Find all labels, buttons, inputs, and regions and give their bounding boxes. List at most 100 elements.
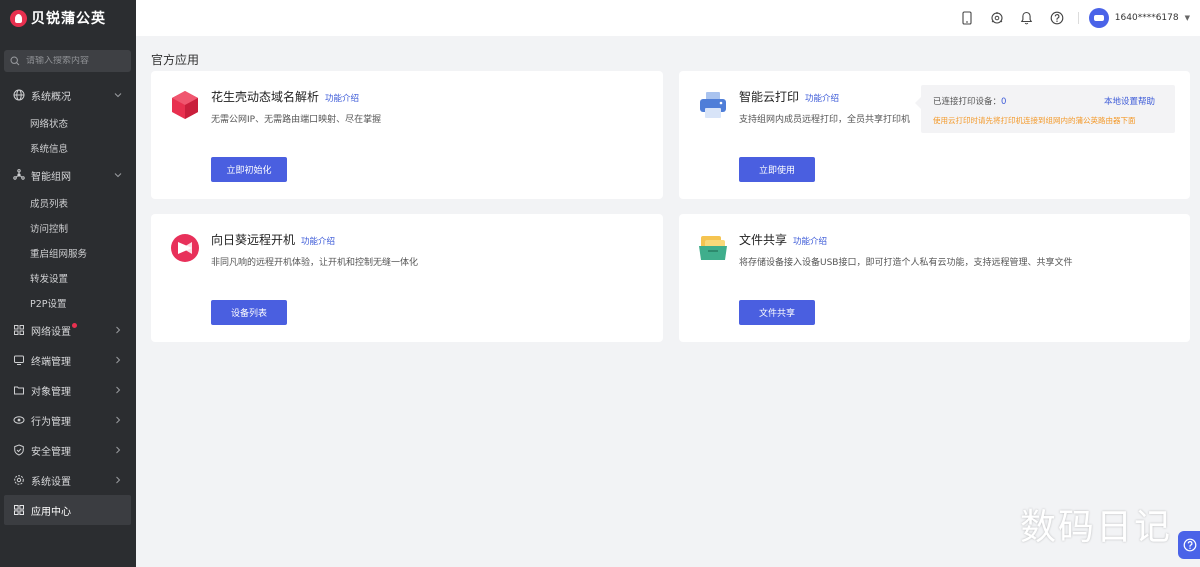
header-toolbar: 1640****6178 ▼	[952, 0, 1200, 36]
watermark-text: 数码日记	[1020, 507, 1173, 548]
card-title: 文件共享 功能介绍	[739, 231, 827, 248]
user-name: 1640****6178	[1114, 13, 1179, 23]
card-title-text: 文件共享	[739, 233, 788, 247]
peanut-shell-icon	[172, 91, 198, 119]
sidebar-item-network-status[interactable]: 网络状态	[0, 110, 136, 135]
apps-icon	[12, 503, 26, 517]
connected-printers-count: 0	[1001, 97, 1007, 107]
search-icon	[10, 56, 20, 66]
folder-icon	[12, 383, 26, 397]
dandelion-logo-icon	[10, 9, 27, 27]
sidebar-item-label: 网络设置	[31, 326, 71, 338]
globe-icon	[12, 88, 26, 102]
card-title: 向日葵远程开机 功能介绍	[211, 231, 335, 248]
header-divider	[1077, 12, 1079, 24]
sidebar-item-network-settings[interactable]: 网络设置	[0, 315, 136, 345]
connected-printers-text: 已连接打印设备：	[933, 97, 1002, 107]
printer-info-panel: 已连接打印设备：0 本地设置帮助 使用云打印时请先将打印机连接到组网内的蒲公英路…	[915, 85, 1175, 133]
eye-icon	[12, 413, 26, 427]
sidebar-item-label: 智能组网	[31, 171, 71, 183]
initialize-button[interactable]: 立即初始化	[211, 157, 287, 182]
caret-down-icon: ▼	[1184, 14, 1190, 22]
card-description: 非同凡响的远程开机体验，让开机和控制无缝一体化	[211, 258, 419, 268]
card-description: 将存储设备接入设备USB接口，即可打造个人私有云功能，支持远程管理、共享文件	[739, 258, 1073, 268]
top-header: 1640****6178 ▼	[136, 0, 1200, 36]
main-content: 官方应用 花生壳动态域名解析 功能介绍 无需公网IP、无需路由端口映射、尽在掌握 …	[136, 36, 1190, 567]
floating-help-button[interactable]	[1178, 531, 1200, 559]
sidebar-item-app-center[interactable]: 应用中心	[4, 495, 131, 525]
card-description: 无需公网IP、无需路由端口映射、尽在掌握	[211, 115, 382, 125]
sidebar-item-forwarding[interactable]: 转发设置	[0, 265, 136, 290]
feature-intro-link[interactable]: 功能介绍	[301, 237, 335, 247]
card-title-text: 花生壳动态域名解析	[211, 90, 320, 104]
chevron-right-icon	[116, 356, 121, 364]
sidebar-item-label: 系统概况	[31, 91, 71, 103]
app-card-file-share: 文件共享 功能介绍 将存储设备接入设备USB接口，即可打造个人私有云功能，支持远程…	[679, 214, 1190, 342]
use-now-button[interactable]: 立即使用	[739, 157, 815, 182]
device-list-button[interactable]: 设备列表	[211, 300, 287, 325]
search-box[interactable]	[4, 50, 131, 72]
sidebar-item-label: 应用中心	[31, 506, 71, 518]
chevron-down-icon	[114, 93, 122, 98]
card-title: 花生壳动态域名解析 功能介绍	[211, 88, 359, 105]
chevron-right-icon	[116, 476, 121, 484]
card-description: 支持组网内成员远程打印，全员共享打印机	[739, 115, 911, 125]
file-share-icon	[699, 236, 727, 260]
sidebar-item-behavior-mgmt[interactable]: 行为管理	[0, 405, 136, 435]
sidebar-item-label: 行为管理	[31, 416, 71, 428]
sidebar-item-terminal-mgmt[interactable]: 终端管理	[0, 345, 136, 375]
feature-intro-link[interactable]: 功能介绍	[793, 237, 827, 247]
sidebar-item-p2p[interactable]: P2P设置	[0, 290, 136, 315]
scrollbar-track[interactable]	[1190, 36, 1200, 567]
sidebar-item-system-overview[interactable]: 系统概况	[0, 80, 136, 110]
search-input[interactable]	[26, 56, 126, 66]
brand-name: 贝锐蒲公英	[31, 11, 106, 27]
app-card-cloud-print: 智能云打印 功能介绍 支持组网内成员远程打印，全员共享打印机 立即使用 已连接打印…	[679, 71, 1190, 199]
connected-printers-label: 已连接打印设备：0	[933, 95, 1006, 107]
notification-dot	[72, 323, 77, 328]
sidebar-item-label: 对象管理	[31, 386, 71, 398]
sidebar-nav: 系统概况 网络状态 系统信息 智能组网 成员列表 访问控制 重启组网服务 转发设…	[0, 80, 136, 525]
network-icon	[12, 168, 26, 182]
network-settings-icon	[12, 323, 26, 337]
sidebar: 贝锐蒲公英 系统概况 网络状态 系统信息 智能组网 成员列表 访问控制 重启组网…	[0, 0, 136, 567]
sidebar-item-access-control[interactable]: 访问控制	[0, 215, 136, 240]
card-title-text: 智能云打印	[739, 90, 800, 104]
app-card-ddns: 花生壳动态域名解析 功能介绍 无需公网IP、无需路由端口映射、尽在掌握 立即初始化	[151, 71, 663, 199]
sidebar-item-system-settings[interactable]: 系统设置	[0, 465, 136, 495]
brand-logo[interactable]: 贝锐蒲公英	[0, 0, 136, 36]
terminal-icon	[12, 353, 26, 367]
card-title: 智能云打印 功能介绍	[739, 88, 839, 105]
card-title-text: 向日葵远程开机	[211, 233, 296, 247]
chevron-down-icon	[114, 173, 122, 178]
chevron-right-icon	[116, 446, 121, 454]
shield-icon	[12, 443, 26, 457]
sidebar-item-label: 安全管理	[31, 446, 71, 458]
sidebar-item-member-list[interactable]: 成员列表	[0, 190, 136, 215]
feature-intro-link[interactable]: 功能介绍	[805, 94, 839, 104]
avatar	[1088, 8, 1109, 28]
gear-icon	[12, 473, 26, 487]
sunflower-icon	[171, 234, 199, 262]
sidebar-item-system-info[interactable]: 系统信息	[0, 135, 136, 160]
help-icon	[1183, 538, 1197, 552]
help-icon[interactable]	[1042, 0, 1072, 36]
sidebar-item-label: 终端管理	[31, 356, 71, 368]
bell-icon[interactable]	[1012, 0, 1042, 36]
sidebar-item-restart-service[interactable]: 重启组网服务	[0, 240, 136, 265]
chevron-right-icon	[116, 416, 121, 424]
user-menu[interactable]: 1640****6178 ▼	[1088, 8, 1190, 28]
file-share-button[interactable]: 文件共享	[739, 300, 815, 325]
app-card-remote-boot: 向日葵远程开机 功能介绍 非同凡响的远程开机体验，让开机和控制无缝一体化 设备列表	[151, 214, 663, 342]
local-settings-help-link[interactable]: 本地设置帮助	[1104, 95, 1155, 107]
sidebar-item-label: 系统设置	[31, 476, 71, 488]
phone-icon[interactable]	[952, 0, 982, 36]
chevron-right-icon	[116, 326, 121, 334]
router-icon[interactable]	[982, 0, 1012, 36]
sidebar-item-security-mgmt[interactable]: 安全管理	[0, 435, 136, 465]
sidebar-item-smart-network[interactable]: 智能组网	[0, 160, 136, 190]
feature-intro-link[interactable]: 功能介绍	[325, 94, 359, 104]
chevron-right-icon	[116, 386, 121, 394]
printer-icon	[700, 92, 726, 118]
sidebar-item-object-mgmt[interactable]: 对象管理	[0, 375, 136, 405]
